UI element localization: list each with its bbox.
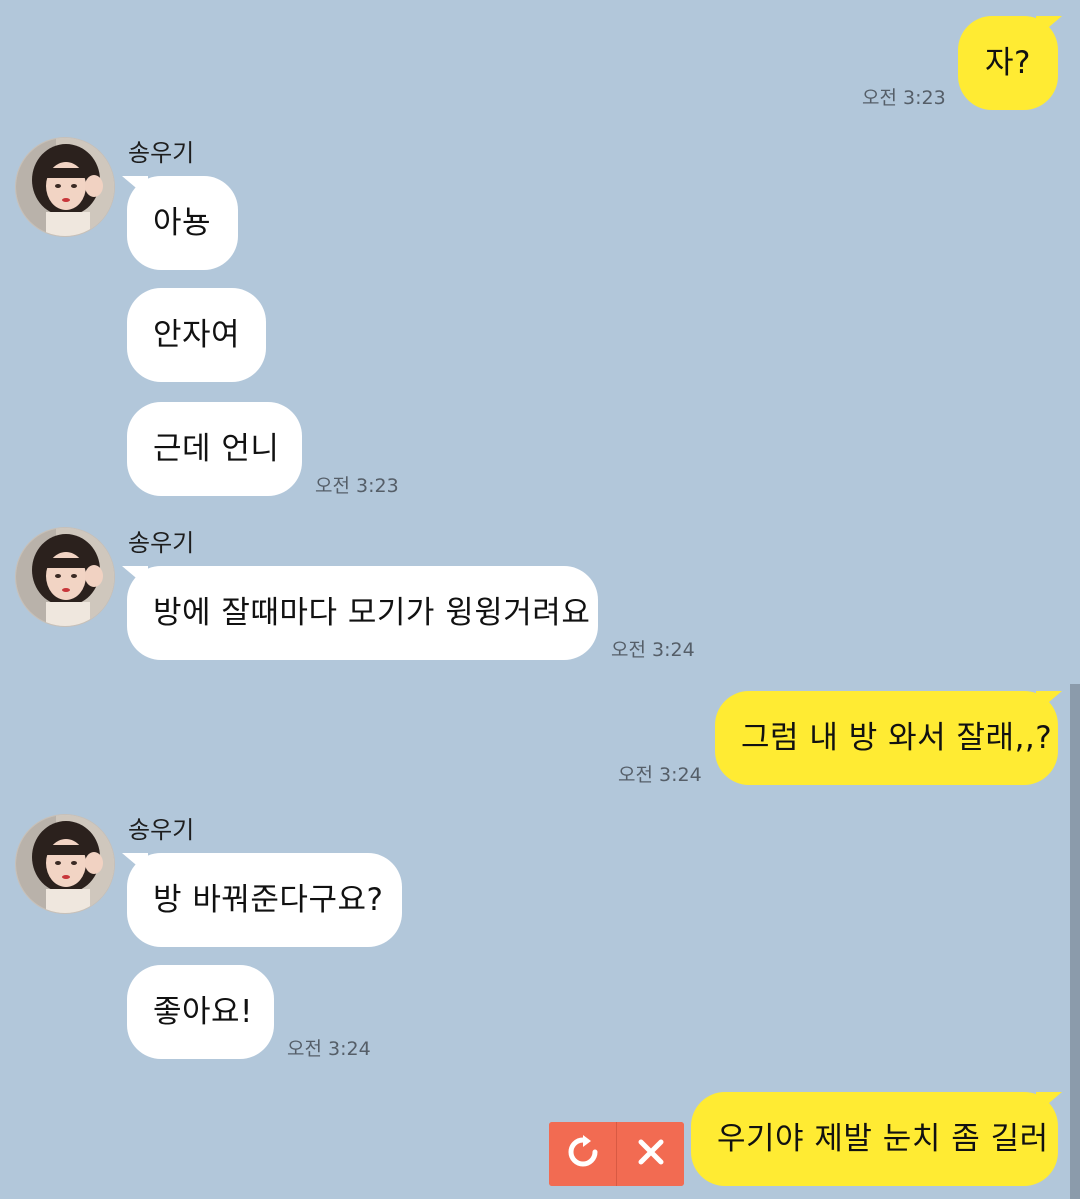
avatar[interactable] (16, 138, 114, 236)
message-bubble-incoming[interactable]: 방에 잘때마다 모기가 윙윙거려요 (127, 566, 598, 660)
message-bubble-outgoing[interactable]: 우기야 제발 눈치 좀 길러 (691, 1092, 1058, 1186)
bubble-tail (1036, 16, 1062, 38)
bubble-tail (1036, 1092, 1062, 1114)
resend-button[interactable] (549, 1122, 616, 1186)
avatar[interactable] (16, 528, 114, 626)
message-bubble-incoming[interactable]: 좋아요! (127, 965, 274, 1059)
failed-message-actions (549, 1122, 684, 1186)
message-timestamp: 오전 3:23 (315, 475, 399, 497)
message-timestamp: 오전 3:23 (862, 87, 946, 109)
retry-icon (566, 1135, 600, 1173)
avatar[interactable] (16, 815, 114, 913)
message-timestamp: 오전 3:24 (611, 639, 695, 661)
delete-button[interactable] (617, 1122, 684, 1186)
message-timestamp: 오전 3:24 (618, 764, 702, 786)
sender-name: 송우기 (128, 529, 195, 557)
message-bubble-incoming[interactable]: 안자여 (127, 288, 266, 382)
message-bubble-outgoing[interactable]: 그럼 내 방 와서 잘래,,? (715, 691, 1058, 785)
sender-name: 송우기 (128, 139, 195, 167)
sender-name: 송우기 (128, 816, 195, 844)
scrollbar[interactable] (1070, 684, 1080, 1199)
close-icon (637, 1138, 665, 1170)
message-bubble-incoming[interactable]: 방 바꿔준다구요? (127, 853, 402, 947)
message-bubble-incoming[interactable]: 아뇽 (127, 176, 238, 270)
chat-window: 자? 오전 3:23 송우기 아뇽 안자여 근데 언니 오전 3:23 송우기 … (0, 0, 1080, 1199)
message-bubble-incoming[interactable]: 근데 언니 (127, 402, 302, 496)
message-timestamp: 오전 3:24 (287, 1038, 371, 1060)
bubble-tail (1036, 691, 1062, 713)
